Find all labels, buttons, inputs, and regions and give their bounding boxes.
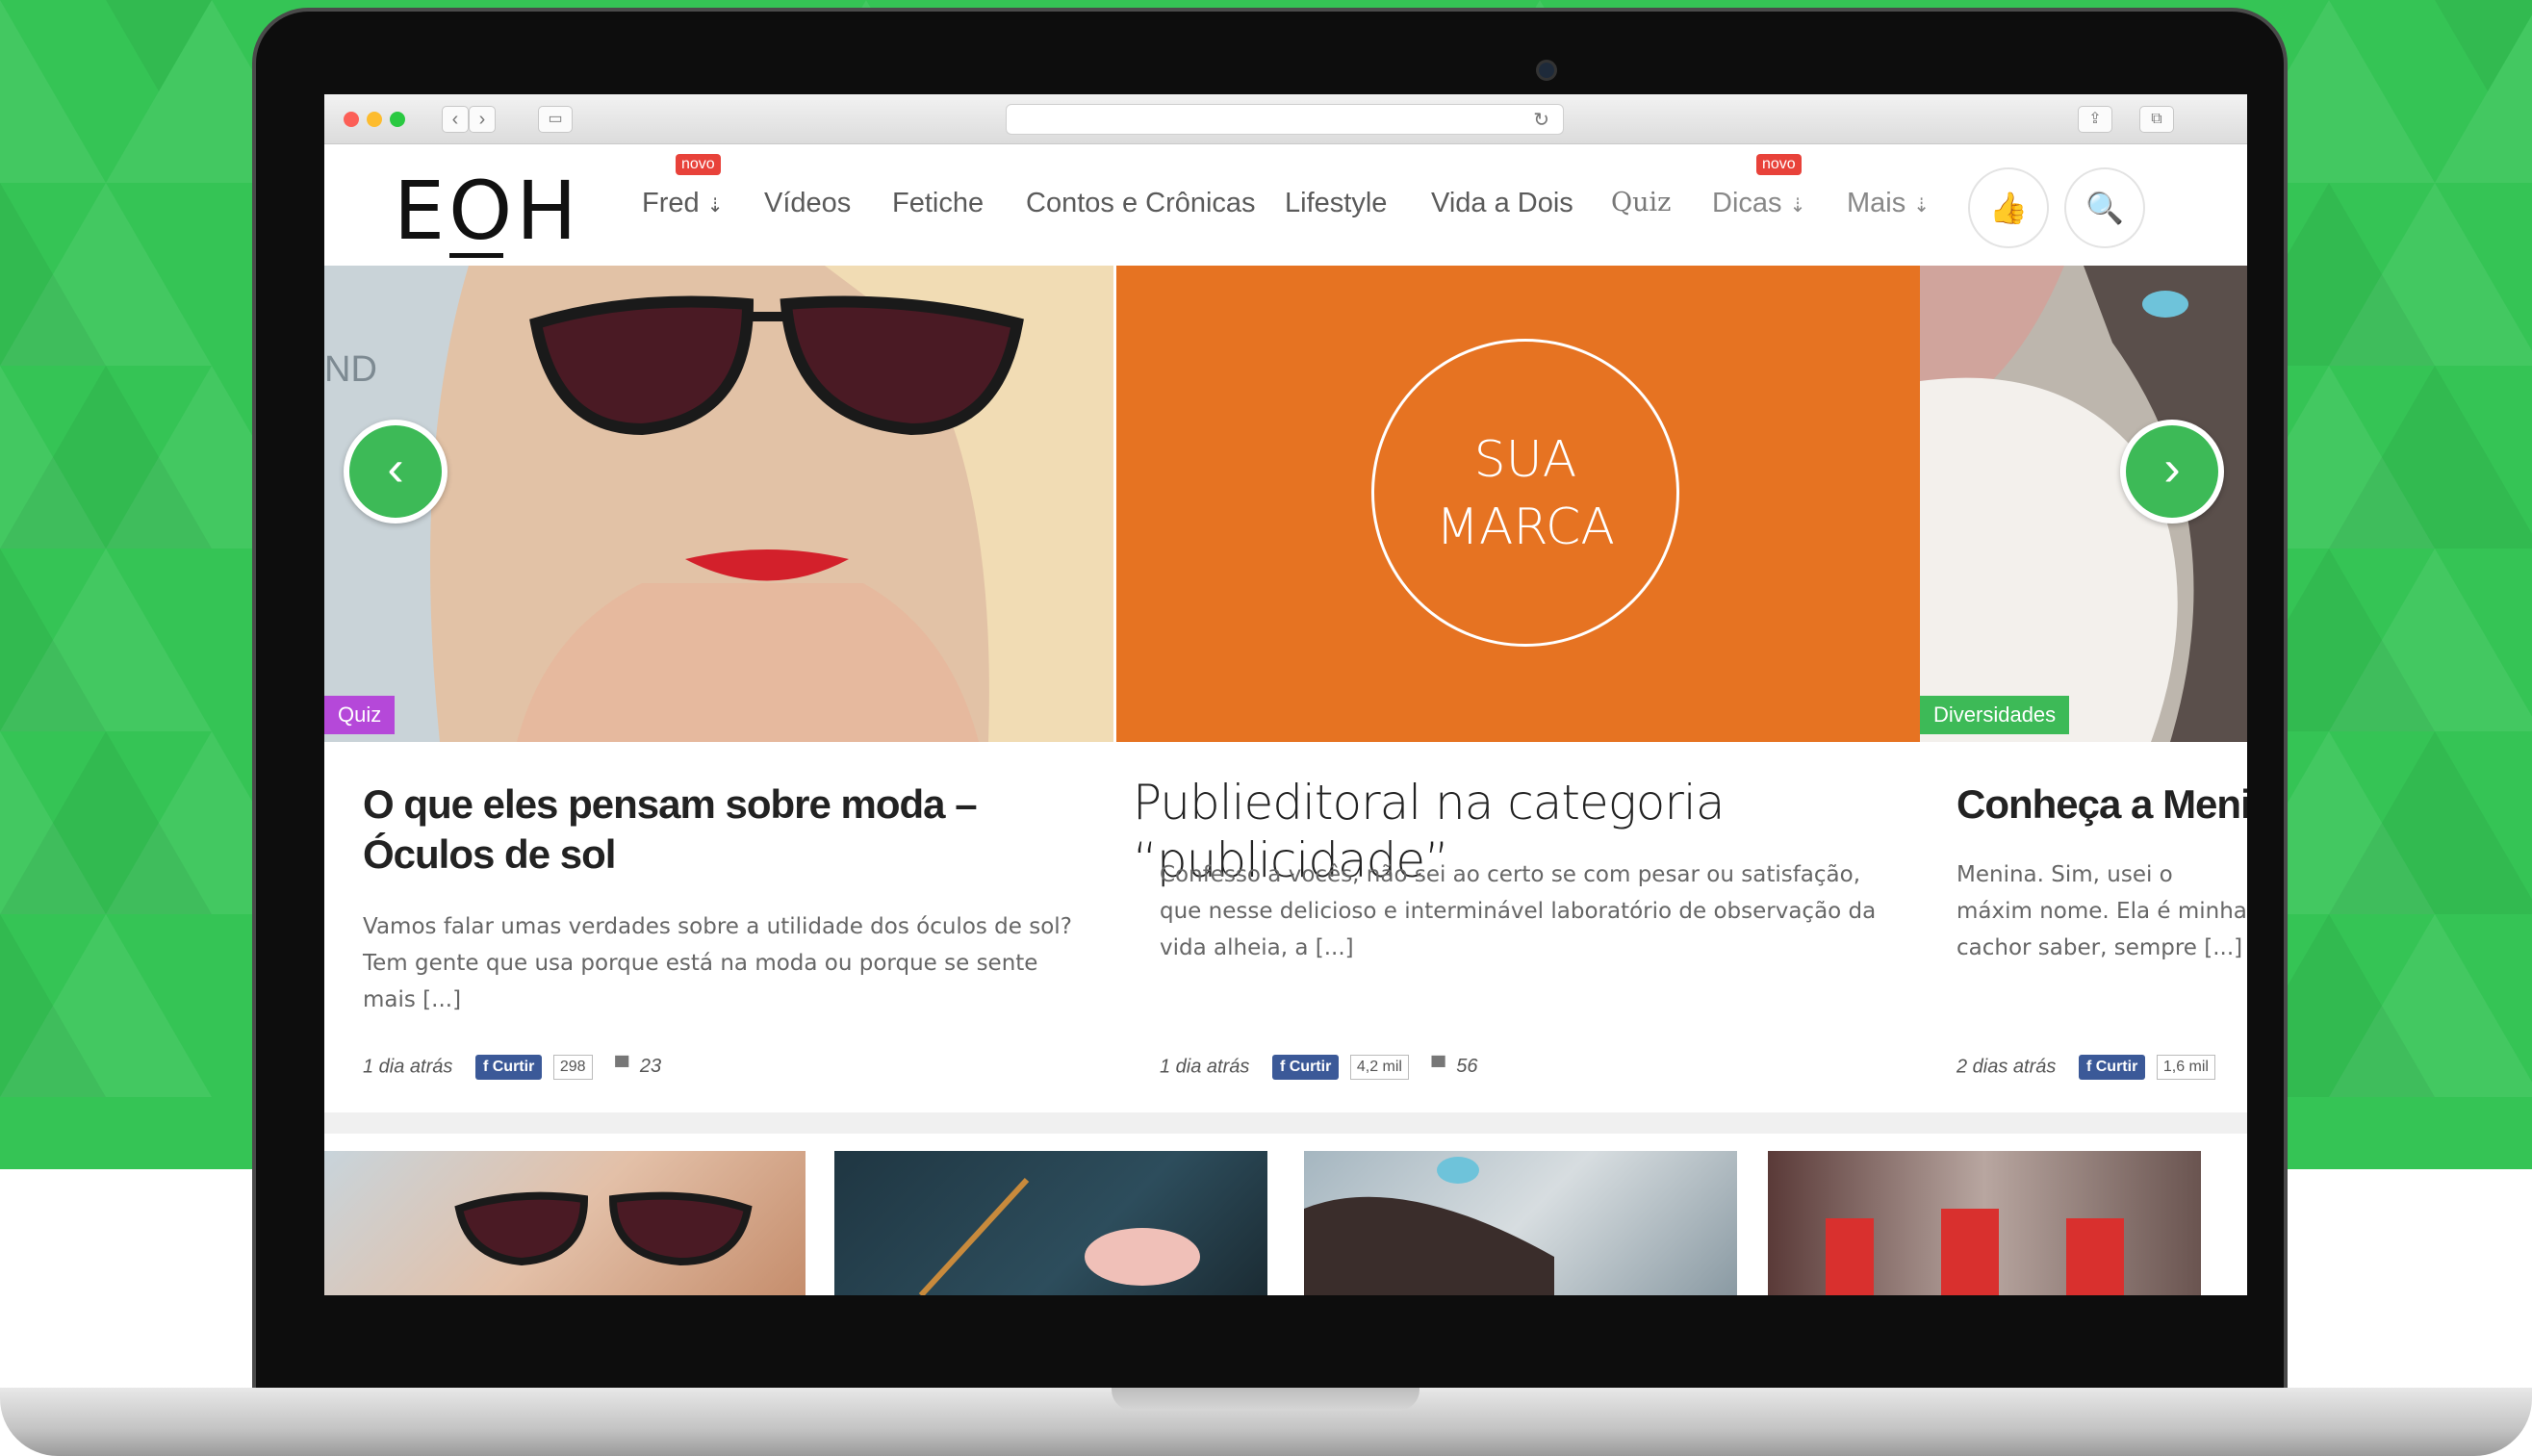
close-window-button[interactable] [344,112,359,127]
like-icon[interactable]: 👍 [1968,167,2049,248]
search-icon[interactable]: 🔍 [2064,167,2145,248]
facebook-icon: f [482,1059,493,1075]
post-time: 1 dia atrás [363,1056,453,1078]
laptop-notch [1112,1388,1419,1411]
site-header: EOH novo Fred ⇣ Vídeos Fetiche Contos e … [324,144,2247,266]
chevron-down-icon: ⇣ [1789,195,1806,217]
sidebar-toggle-icon[interactable]: ▭ [538,106,573,133]
novo-badge: novo [676,154,721,175]
nav-item-fetiche[interactable]: Fetiche [892,188,984,219]
comment-icon[interactable]: ▀ [615,1057,628,1079]
logo-underline [449,253,503,258]
sponsored-slide[interactable]: SUA MARCA [1116,266,1920,742]
camera-icon [1536,60,1557,81]
like-count: 298 [552,1055,593,1080]
address-bar[interactable]: ↻ [1006,104,1564,135]
tabs-icon[interactable]: ⧉ [2139,106,2174,133]
nav-item-lifestyle[interactable]: Lifestyle [1285,188,1387,219]
site-logo[interactable]: EOH [394,164,580,258]
browser-toolbar: ‹ › ▭ ↻ ⇪ ⧉ [324,94,2247,144]
slider-prev-button[interactable]: ‹ [344,420,448,524]
category-badge-quiz[interactable]: Quiz [324,696,396,734]
nav-item-mais[interactable]: Mais ⇣ [1847,188,1930,219]
nav-item-quiz[interactable]: Quiz [1611,188,1671,217]
forward-button[interactable]: › [469,106,496,133]
comment-count: 23 [639,1056,662,1078]
post-meta: 2 dias atrás f Curtir 1,6 mil [1957,1055,2215,1087]
post-time: 2 dias atrás [1957,1056,2057,1078]
share-icon[interactable]: ⇪ [2078,106,2112,133]
facebook-icon: f [1279,1059,1290,1075]
facebook-like-button[interactable]: f Curtir [2078,1055,2146,1080]
facebook-like-button[interactable]: f Curtir [1271,1055,1340,1080]
post-excerpt: Vamos falar umas verdades sobre a utilid… [363,914,1072,1012]
featured-slider: ND SUA MARCA Quiz Diversidades ‹ › [324,266,2247,742]
slide-image-sunglasses[interactable]: ND [324,266,1113,742]
like-count: 4,2 mil [1349,1055,1409,1080]
laptop-screen: ‹ › ▭ ↻ ⇪ ⧉ EOH novo Fred ⇣ Vídeos Fetic… [324,94,2247,1295]
chevron-down-icon: ⇣ [1913,195,1931,217]
svg-text:ND: ND [324,349,377,390]
comment-icon[interactable]: ▀ [1432,1057,1445,1079]
thumbnail-toy[interactable] [834,1151,1267,1295]
section-divider [324,1112,2247,1134]
nav-item-dicas[interactable]: Dicas ⇣ [1712,188,1805,219]
post-meta: 1 dia atrás f Curtir 298 ▀ 23 [363,1055,661,1087]
sua-marca-circle: SUA MARCA [1371,339,1679,647]
nav-item-videos[interactable]: Vídeos [764,188,851,219]
slider-next-button[interactable]: › [2120,420,2224,524]
post-excerpt: Menina. Sim, usei o máxim nome. Ela é mi… [1957,862,2247,960]
thumbnail-girls[interactable] [1768,1151,2201,1295]
zoom-window-button[interactable] [390,112,405,127]
facebook-like-button[interactable]: f Curtir [474,1055,543,1080]
back-button[interactable]: ‹ [442,106,469,133]
post-excerpt: Confesso a vocês, não sei ao certo se co… [1160,862,1877,960]
novo-badge: novo [1756,154,1802,175]
comment-count: 56 [1456,1056,1478,1078]
like-count: 1,6 mil [2156,1055,2215,1080]
minimize-window-button[interactable] [367,112,382,127]
chevron-down-icon: ⇣ [706,195,724,217]
thumbnail-sunglasses[interactable] [324,1151,806,1295]
nav-item-fred[interactable]: Fred ⇣ [642,188,723,219]
nav-item-vida-a-dois[interactable]: Vida a Dois [1431,188,1573,219]
thumbnail-dog[interactable] [1304,1151,1737,1295]
reload-icon[interactable]: ↻ [1533,108,1549,132]
category-badge-diversidades[interactable]: Diversidades [1920,696,2070,734]
nav-item-contos[interactable]: Contos e Crônicas [1026,188,1256,219]
facebook-icon: f [2085,1059,2096,1075]
post-title[interactable]: O que eles pensam sobre moda – Óculos de… [363,779,1094,880]
post-time: 1 dia atrás [1160,1056,1250,1078]
post-meta: 1 dia atrás f Curtir 4,2 mil ▀ 56 [1160,1055,1478,1087]
post-title[interactable]: Conheça a Menina [1957,779,2247,830]
